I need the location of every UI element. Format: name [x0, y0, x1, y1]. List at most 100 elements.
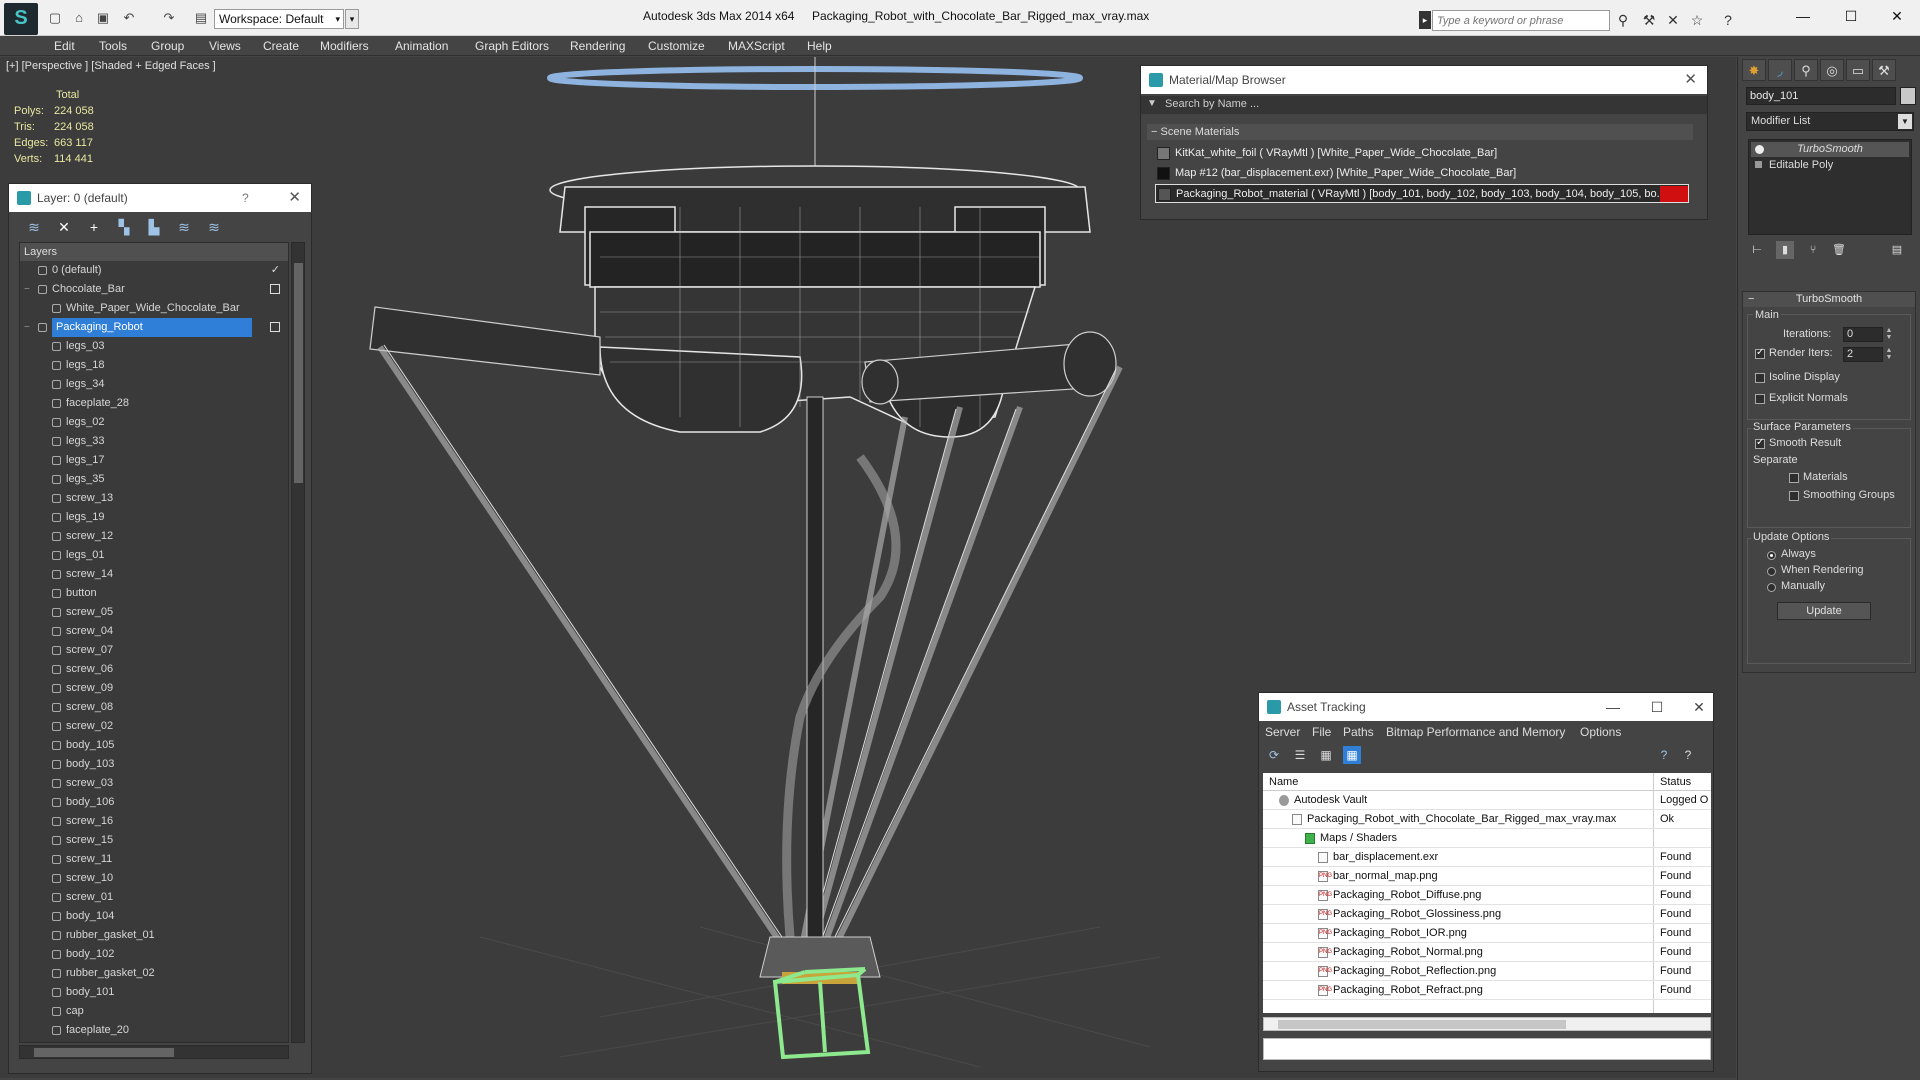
modifier-list-dropdown[interactable]: Modifier List ▼ [1746, 112, 1914, 131]
active-layer-check-icon[interactable]: ✓ [271, 261, 280, 280]
menu-create[interactable]: Create [263, 39, 299, 53]
object-row[interactable]: faceplate_28 [20, 394, 288, 413]
render-iters-spinner[interactable]: 2 [1843, 347, 1883, 362]
stack-item-editable-poly[interactable]: Editable Poly [1751, 158, 1909, 173]
object-row[interactable]: White_Paper_Wide_Chocolate_Bar [20, 299, 288, 318]
search-expand-icon[interactable]: ▸ [1419, 11, 1431, 29]
layer-row[interactable]: − Chocolate_Bar [20, 280, 288, 299]
asset-row[interactable]: PNG Packaging_Robot_Diffuse.png Found [1263, 886, 1711, 905]
utilities-tab-icon[interactable]: ⚒ [1872, 59, 1896, 81]
layers-column-header[interactable]: Layers [20, 243, 288, 261]
object-row[interactable]: screw_16 [20, 812, 288, 831]
material-search-input[interactable]: Search by Name ... [1165, 98, 1259, 110]
asset-row[interactable]: PNG Packaging_Robot_Glossiness.png Found [1263, 905, 1711, 924]
object-row[interactable]: legs_02 [20, 413, 288, 432]
asset-menu-options[interactable]: Options [1580, 725, 1621, 739]
object-row[interactable]: screw_06 [20, 660, 288, 679]
layer-toggle-checkbox[interactable] [270, 284, 280, 294]
object-row[interactable]: faceplate_20 [20, 1021, 288, 1040]
menu-maxscript[interactable]: MAXScript [728, 39, 785, 53]
spinner-arrows-icon[interactable]: ▲ ▼ [1885, 347, 1893, 362]
close-icon[interactable]: ✕ [288, 184, 301, 212]
object-row[interactable]: screw_10 [20, 869, 288, 888]
asset-help-icon[interactable]: ? [1679, 746, 1697, 764]
workspace-dropdown[interactable]: Workspace: Default ▾ [214, 9, 344, 29]
redo-icon[interactable]: ↷ [160, 10, 178, 26]
scene-materials-group[interactable]: − Scene Materials [1147, 124, 1693, 140]
asset-row[interactable]: Packaging_Robot_with_Chocolate_Bar_Rigge… [1263, 810, 1711, 829]
asset-row[interactable]: PNG bar_normal_map.png Found [1263, 867, 1711, 886]
maximize-button[interactable]: ☐ [1836, 6, 1866, 26]
menu-help[interactable]: Help [807, 39, 832, 53]
asset-horizontal-scrollbar[interactable] [1263, 1017, 1711, 1031]
column-status[interactable]: Status [1660, 773, 1691, 791]
create-tab-icon[interactable]: ✸ [1742, 59, 1766, 81]
layer-horizontal-scrollbar[interactable] [19, 1045, 289, 1059]
object-row[interactable]: screw_03 [20, 774, 288, 793]
object-row[interactable]: button [20, 584, 288, 603]
asset-row[interactable]: Maps / Shaders [1263, 829, 1711, 848]
menu-views[interactable]: Views [209, 39, 241, 53]
close-window-button[interactable]: ✕ [1882, 6, 1912, 26]
object-name-field[interactable]: body_101 [1746, 87, 1896, 105]
delete-layer-icon[interactable]: ✕ [55, 218, 73, 236]
material-item[interactable]: Map #12 (bar_displacement.exr) [White_Pa… [1155, 164, 1689, 183]
isoline-display-checkbox[interactable] [1755, 373, 1765, 383]
menu-modifiers[interactable]: Modifiers [320, 39, 369, 53]
asset-status-field[interactable] [1263, 1038, 1711, 1060]
object-row[interactable]: screw_05 [20, 603, 288, 622]
material-search-bar[interactable]: ▼ Search by Name ... [1141, 96, 1707, 114]
asset-menu-bitmap[interactable]: Bitmap Performance and Memory [1386, 725, 1565, 739]
motion-tab-icon[interactable]: ◎ [1820, 59, 1844, 81]
stack-item-turbosmooth[interactable]: TurboSmooth [1751, 142, 1909, 157]
save-icon[interactable]: ▣ [94, 10, 112, 26]
close-icon[interactable]: ✕ [1684, 66, 1697, 94]
object-row[interactable]: screw_14 [20, 565, 288, 584]
explicit-normals-checkbox[interactable] [1755, 394, 1765, 404]
object-row[interactable]: legs_18 [20, 356, 288, 375]
search-input[interactable] [1432, 10, 1610, 31]
object-row[interactable]: screw_11 [20, 850, 288, 869]
add-to-layer-icon[interactable]: ▚ [115, 218, 133, 236]
object-row[interactable]: screw_08 [20, 698, 288, 717]
close-icon[interactable]: ✕ [1685, 693, 1713, 721]
project-folder-icon[interactable]: ▤ [192, 10, 210, 26]
object-row[interactable]: screw_13 [20, 489, 288, 508]
menu-tools[interactable]: Tools [99, 39, 127, 53]
new-file-icon[interactable]: ▢ [46, 10, 64, 26]
menu-animation[interactable]: Animation [395, 39, 448, 53]
workspace-options-icon[interactable]: ▾ [345, 9, 359, 29]
remove-modifier-icon[interactable]: 🗑 [1830, 241, 1848, 259]
always-radio[interactable] [1767, 551, 1776, 560]
menu-edit[interactable]: Edit [54, 39, 75, 53]
asset-row[interactable]: PNG Packaging_Robot_Normal.png Found [1263, 943, 1711, 962]
scroll-thumb[interactable] [1278, 1020, 1566, 1029]
object-row[interactable]: body_105 [20, 736, 288, 755]
asset-row[interactable]: PNG Packaging_Robot_Reflection.png Found [1263, 962, 1711, 981]
lightbulb-icon[interactable] [1755, 145, 1764, 154]
communication-icon[interactable]: ✕ [1663, 10, 1683, 30]
manually-radio[interactable] [1767, 583, 1776, 592]
menu-rendering[interactable]: Rendering [570, 39, 625, 53]
object-row[interactable]: body_106 [20, 793, 288, 812]
object-row[interactable]: legs_19 [20, 508, 288, 527]
favorites-star-icon[interactable]: ☆ [1687, 10, 1707, 30]
object-row[interactable]: rubber_gasket_01 [20, 926, 288, 945]
object-row[interactable]: screw_15 [20, 831, 288, 850]
object-row[interactable]: screw_12 [20, 527, 288, 546]
viewport-label[interactable]: [+] [Perspective ] [Shaded + Edged Faces… [6, 60, 216, 72]
update-button[interactable]: Update [1777, 602, 1871, 620]
layer-row[interactable]: − Packaging_Robot [20, 318, 288, 337]
show-end-result-icon[interactable]: ▮ [1776, 241, 1794, 259]
asset-row[interactable]: Autodesk Vault Logged O [1263, 791, 1711, 810]
binoculars-icon[interactable]: ⚲ [1613, 10, 1633, 30]
select-in-layer-icon[interactable]: ▙ [145, 218, 163, 236]
object-row[interactable]: screw_07 [20, 641, 288, 660]
spinner-arrows-icon[interactable]: ▲ ▼ [1885, 327, 1893, 342]
minimize-button[interactable]: — [1599, 693, 1627, 721]
scroll-thumb[interactable] [294, 263, 303, 483]
smooth-result-checkbox[interactable] [1755, 437, 1765, 449]
object-row[interactable]: screw_01 [20, 888, 288, 907]
highlight-layer-icon[interactable]: ≋ [175, 218, 193, 236]
menu-group[interactable]: Group [151, 39, 184, 53]
